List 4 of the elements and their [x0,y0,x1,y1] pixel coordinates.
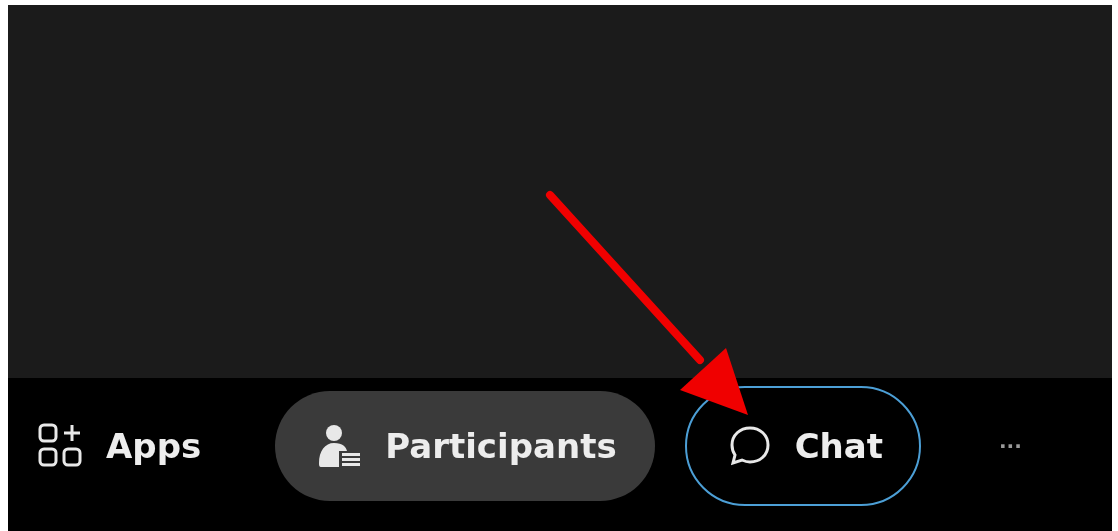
apps-icon [38,422,84,469]
apps-button[interactable]: Apps [36,390,204,501]
participants-button[interactable]: Participants [275,390,655,501]
more-button[interactable]: ··· [961,390,1060,501]
